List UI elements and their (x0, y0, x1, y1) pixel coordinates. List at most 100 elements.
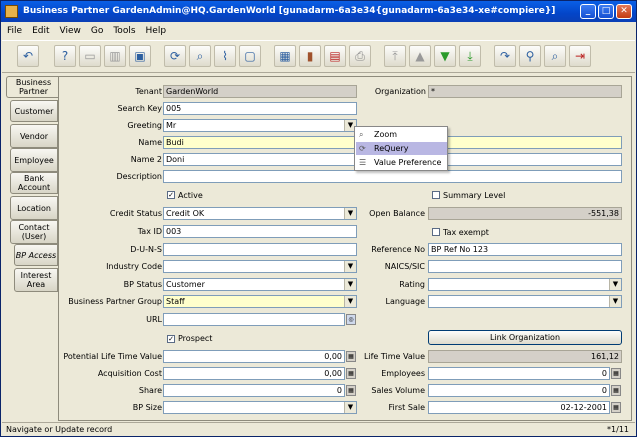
credit-status-label: Credit Status (109, 209, 162, 218)
prospect-checkbox[interactable]: ✓ (167, 335, 175, 343)
tab-employee[interactable]: Employee (10, 148, 58, 172)
menu-tools[interactable]: Tools (113, 23, 135, 39)
dropdown-arrow-icon[interactable]: ▼ (344, 261, 356, 272)
tenant-field: GardenWorld (163, 85, 357, 98)
description-field[interactable] (163, 170, 622, 183)
calculator-icon[interactable]: ▦ (346, 368, 356, 379)
acq-cost-label: Acquisition Cost (97, 369, 162, 378)
share-field[interactable]: 0 (163, 384, 345, 397)
dropdown-arrow-icon[interactable]: ▼ (609, 296, 621, 307)
dropdown-arrow-icon[interactable]: ▼ (344, 279, 356, 290)
organization-field: * (428, 85, 622, 98)
history-icon[interactable]: ▮ (299, 45, 321, 67)
menu-help[interactable]: Help (146, 23, 167, 39)
duns-field[interactable] (163, 243, 357, 256)
menu-bar: File Edit View Go Tools Help (2, 23, 635, 39)
dropdown-arrow-icon[interactable]: ▼ (344, 208, 356, 219)
product-info-icon[interactable]: ⌕ (544, 45, 566, 67)
dropdown-arrow-icon[interactable]: ▼ (344, 296, 356, 307)
link-organization-button[interactable]: Link Organization (428, 330, 622, 345)
employees-label: Employees (381, 369, 425, 378)
employees-field[interactable]: 0 (428, 367, 610, 380)
status-bar: Navigate or Update record *1/11 (2, 422, 635, 436)
previous-record-icon[interactable]: ▲ (409, 45, 431, 67)
url-field[interactable] (163, 313, 345, 326)
tab-business-partner[interactable]: Business Partner (6, 76, 60, 98)
bp-group-select[interactable]: Staff ▼ (163, 295, 357, 308)
next-record-icon[interactable]: ▼ (434, 45, 456, 67)
prospect-label: Prospect (178, 334, 213, 343)
first-record-icon[interactable]: ⤒ (384, 45, 406, 67)
attachment-icon[interactable]: ⌇ (214, 45, 236, 67)
menu-file[interactable]: File (7, 23, 22, 39)
industry-code-label: Industry Code (106, 262, 162, 271)
potential-ltv-field[interactable]: 0,00 (163, 350, 345, 363)
workflow-icon[interactable]: ⚲ (519, 45, 541, 67)
globe-icon[interactable]: ◎ (346, 314, 356, 325)
dropdown-arrow-icon[interactable]: ▼ (344, 402, 356, 413)
search-key-label: Search Key (117, 104, 162, 113)
find-icon[interactable]: ⌕ (189, 45, 211, 67)
language-select[interactable]: ▼ (428, 295, 622, 308)
report-icon[interactable]: ▤ (324, 45, 346, 67)
calculator-icon[interactable]: ▦ (346, 351, 356, 362)
bp-group-label: Business Partner Group (68, 297, 162, 306)
greeting-select[interactable]: Mr ▼ (163, 119, 357, 132)
menu-go[interactable]: Go (91, 23, 103, 39)
menu-view[interactable]: View (60, 23, 81, 39)
summary-level-checkbox[interactable] (432, 191, 440, 199)
tab-customer[interactable]: Customer (10, 100, 58, 122)
minimize-button[interactable]: _ (580, 4, 596, 19)
tab-interest-area[interactable]: Interest Area (14, 268, 58, 292)
maximize-button[interactable]: □ (598, 4, 614, 19)
grid-toggle-icon[interactable]: ▦ (274, 45, 296, 67)
tax-exempt-checkbox[interactable] (432, 228, 440, 236)
context-menu-zoom[interactable]: ⌕ Zoom (356, 128, 447, 141)
archive-icon[interactable]: ↷ (494, 45, 516, 67)
industry-code-select[interactable]: ▼ (163, 260, 357, 273)
help-icon[interactable]: ? (54, 45, 76, 67)
sales-volume-field[interactable]: 0 (428, 384, 610, 397)
delete-icon[interactable]: ▥ (104, 45, 126, 67)
calculator-icon[interactable]: ▦ (346, 385, 356, 396)
dropdown-arrow-icon[interactable]: ▼ (609, 279, 621, 290)
record-counter: *1/11 (607, 425, 629, 434)
credit-status-select[interactable]: Credit OK ▼ (163, 207, 357, 220)
bp-status-select[interactable]: Customer ▼ (163, 278, 357, 291)
active-checkbox[interactable]: ✓ (167, 191, 175, 199)
language-label: Language (385, 297, 425, 306)
tab-bank-account[interactable]: Bank Account (10, 172, 58, 194)
context-menu-requery[interactable]: ⟳ ReQuery (356, 142, 447, 155)
first-sale-label: First Sale (388, 403, 425, 412)
naics-label: NAICS/SIC (384, 262, 425, 271)
tab-location[interactable]: Location (10, 196, 58, 220)
calendar-icon[interactable]: ▦ (611, 402, 621, 413)
chat-icon[interactable]: ▢ (239, 45, 261, 67)
record-panel: Tenant GardenWorld Organization * Search… (58, 76, 632, 421)
calculator-icon[interactable]: ▦ (611, 368, 621, 379)
last-record-icon[interactable]: ⤓ (459, 45, 481, 67)
rating-select[interactable]: ▼ (428, 278, 622, 291)
naics-field[interactable] (428, 260, 622, 273)
reference-no-field[interactable]: BP Ref No 123 (428, 243, 622, 256)
tab-contact-user[interactable]: Contact (User) (10, 220, 58, 244)
acq-cost-field[interactable]: 0,00 (163, 367, 345, 380)
bp-size-select[interactable]: ▼ (163, 401, 357, 414)
search-key-field[interactable]: 005 (163, 102, 357, 115)
print-icon[interactable]: ⎙ (349, 45, 371, 67)
menu-edit[interactable]: Edit (32, 23, 49, 39)
first-sale-field[interactable]: 02-12-2001 (428, 401, 610, 414)
new-record-icon[interactable]: ▭ (79, 45, 101, 67)
main-window: Business Partner GardenAdmin@HQ.GardenWo… (0, 0, 637, 437)
undo-icon[interactable]: ↶ (17, 45, 39, 67)
refresh-icon[interactable]: ⟳ (164, 45, 186, 67)
close-button[interactable]: ✕ (616, 4, 632, 19)
tax-id-field[interactable]: 003 (163, 225, 357, 238)
exit-icon[interactable]: ⇥ (569, 45, 591, 67)
save-icon[interactable]: ▣ (129, 45, 151, 67)
calculator-icon[interactable]: ▦ (611, 385, 621, 396)
zoom-icon: ⌕ (359, 130, 364, 139)
context-menu-value-preference[interactable]: ☰ Value Preference (356, 156, 447, 169)
tab-vendor[interactable]: Vendor (10, 124, 58, 148)
tab-bp-access[interactable]: BP Access (14, 244, 58, 266)
